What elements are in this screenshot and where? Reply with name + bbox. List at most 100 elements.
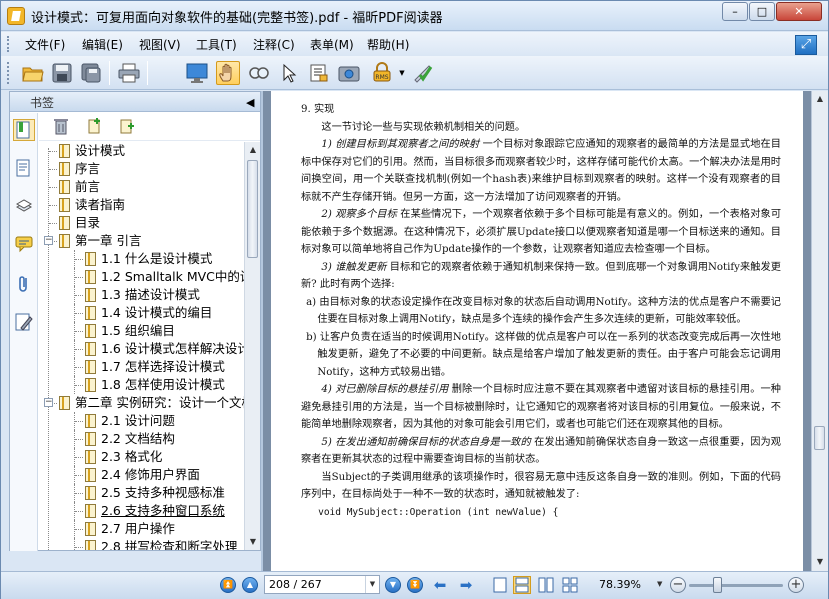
zoom-slider[interactable] [689,584,783,587]
hand-icon[interactable] [216,61,240,85]
fullscreen-icon[interactable] [185,61,209,85]
first-page-icon: ⏫ [220,577,236,593]
close-button[interactable]: ✕ [776,2,822,21]
menu-edit[interactable]: 编辑(E) [82,36,123,53]
toolbar-grip[interactable] [7,62,10,84]
bookmark-item[interactable]: 1.2 Smalltalk MVC中的设计 [39,268,246,286]
comments-tab-icon[interactable] [13,233,35,255]
bookmark-item[interactable]: 读者指南 [39,196,246,214]
scrollbar-thumb[interactable] [247,160,258,258]
zoom-in-button[interactable]: + [788,577,804,593]
scroll-down-arrow-icon[interactable]: ▼ [245,534,261,550]
save-icon[interactable] [50,61,74,85]
menu-tools[interactable]: 工具(T) [196,36,237,53]
bookmark-item[interactable]: 1.4 设计模式的编目 [39,304,246,322]
bookmark-item[interactable]: 2.4 修饰用户界面 [39,466,246,484]
bookmark-item[interactable]: − 第二章 实例研究：设计一个文档 [39,394,246,412]
pdf-page[interactable]: 9. 实现 这一节讨论一些与实现依赖机制相关的问题。 1) 创建目标到其观察者之间的… [271,91,803,571]
text-select-icon[interactable] [307,61,331,85]
bookmark-item[interactable]: 1.6 设计模式怎样解决设计 [39,340,246,358]
bookmark-item[interactable]: 2.3 格式化 [39,448,246,466]
forward-arrow-icon[interactable]: ➡ [457,576,475,594]
bookmark-page-icon [85,288,96,302]
save-as-icon[interactable] [79,61,103,85]
bookmarks-tab-icon[interactable] [13,119,35,141]
delete-bookmark-icon[interactable] [53,117,69,138]
minimize-button[interactable]: – [722,2,748,21]
bookmark-item[interactable]: 1.1 什么是设计模式 [39,250,246,268]
bookmark-item[interactable]: − 第一章 引言 [39,232,246,250]
tree-guide-line [74,466,75,484]
continuous-facing-icon[interactable] [561,576,579,594]
tree-expander-icon[interactable]: − [44,398,53,407]
bookmark-item[interactable]: 2.5 支持多种视感标准 [39,484,246,502]
zoom-slider-thumb[interactable] [713,577,723,593]
doc-scroll-down-arrow-icon[interactable]: ▼ [812,554,828,570]
title-bar[interactable]: 设计模式：可复用面向对象软件的基础(完整书签).pdf - 福昕PDF阅读器 –… [1,1,828,31]
main-toolbar: RMS ▼ [1,56,828,90]
prev-page-button[interactable]: ▲ [241,576,259,594]
menu-form[interactable]: 表单(M) [310,36,354,53]
page-dropdown-icon[interactable]: ▼ [365,576,379,593]
rms-dropdown-icon[interactable]: ▼ [397,61,407,85]
menu-help[interactable]: 帮助(H) [367,36,409,53]
bookmark-item[interactable]: 2.2 文档结构 [39,430,246,448]
last-page-button[interactable]: ⏬ [406,576,424,594]
snapshot-icon[interactable] [337,61,361,85]
bookmark-item[interactable]: 前言 [39,178,246,196]
select-arrow-icon[interactable] [277,61,301,85]
rms-lock-icon[interactable]: RMS [368,61,396,85]
bookmark-item[interactable]: 目录 [39,214,246,232]
bookmark-item[interactable]: 1.8 怎样使用设计模式 [39,376,246,394]
zoom-glass-icon[interactable] [247,61,271,85]
bookmark-item[interactable]: 1.3 描述设计模式 [39,286,246,304]
tree-connector [49,151,57,152]
add-bookmark-icon[interactable] [87,117,103,138]
bookmark-item[interactable]: 1.7 怎样选择设计模式 [39,358,246,376]
bookmark-label: 2.3 格式化 [101,449,163,464]
continuous-page-icon[interactable] [513,576,531,594]
facing-pages-icon[interactable] [537,576,555,594]
first-page-button[interactable]: ⏫ [219,576,237,594]
sign-icon[interactable] [411,61,435,85]
signatures-tab-icon[interactable] [13,311,35,333]
bookmark-item[interactable]: 2.6 支持多种窗口系统 [39,502,246,520]
pages-tab-icon[interactable] [13,157,35,179]
add-child-bookmark-icon[interactable] [119,117,135,138]
layers-tab-icon[interactable] [13,195,35,217]
doc-scroll-up-arrow-icon[interactable]: ▲ [812,91,828,107]
tree-guide-line [74,250,75,268]
tree-connector [75,475,83,476]
menu-comment[interactable]: 注释(C) [253,36,295,53]
open-icon[interactable] [21,61,45,85]
bookmark-page-icon [85,468,96,482]
attachments-tab-icon[interactable] [13,273,35,295]
tree-connector [75,367,83,368]
bookmark-item[interactable]: 设计模式 [39,142,246,160]
doc-scrollbar-thumb[interactable] [814,426,825,450]
zoom-level-field[interactable]: 78.39% [593,575,665,594]
bookmark-label: 2.2 文档结构 [101,431,175,446]
bookmark-item[interactable]: 序言 [39,160,246,178]
bookmark-item[interactable]: 2.7 用户操作 [39,520,246,538]
back-arrow-icon[interactable]: ⬅ [431,576,449,594]
bookmark-item[interactable]: 2.8 拼写检查和断字处理 [39,538,246,550]
restore-layout-icon[interactable]: ⤢ [795,35,817,55]
bookmark-tree-scrollbar[interactable]: ▲ ▼ [244,142,260,550]
print-icon[interactable] [117,61,141,85]
menu-file[interactable]: 文件(F) [25,36,65,53]
tree-expander-icon[interactable]: − [44,236,53,245]
scroll-up-arrow-icon[interactable]: ▲ [245,142,261,158]
menubar-grip[interactable] [7,36,10,52]
page-number-field[interactable]: 208 / 267 ▼ [264,575,380,594]
menu-view[interactable]: 视图(V) [139,36,181,53]
next-page-button[interactable]: ▼ [384,576,402,594]
bookmark-item[interactable]: 1.5 组织编目 [39,322,246,340]
bookmark-item[interactable]: 2.1 设计问题 [39,412,246,430]
maximize-button[interactable]: □ [749,2,775,21]
collapse-panel-icon[interactable]: ◀ [246,96,254,109]
zoom-out-button[interactable]: − [670,577,686,593]
document-scrollbar[interactable]: ▲ ▼ [811,91,828,571]
zoom-dropdown-icon[interactable]: ▼ [657,575,667,594]
single-page-icon[interactable] [491,576,509,594]
